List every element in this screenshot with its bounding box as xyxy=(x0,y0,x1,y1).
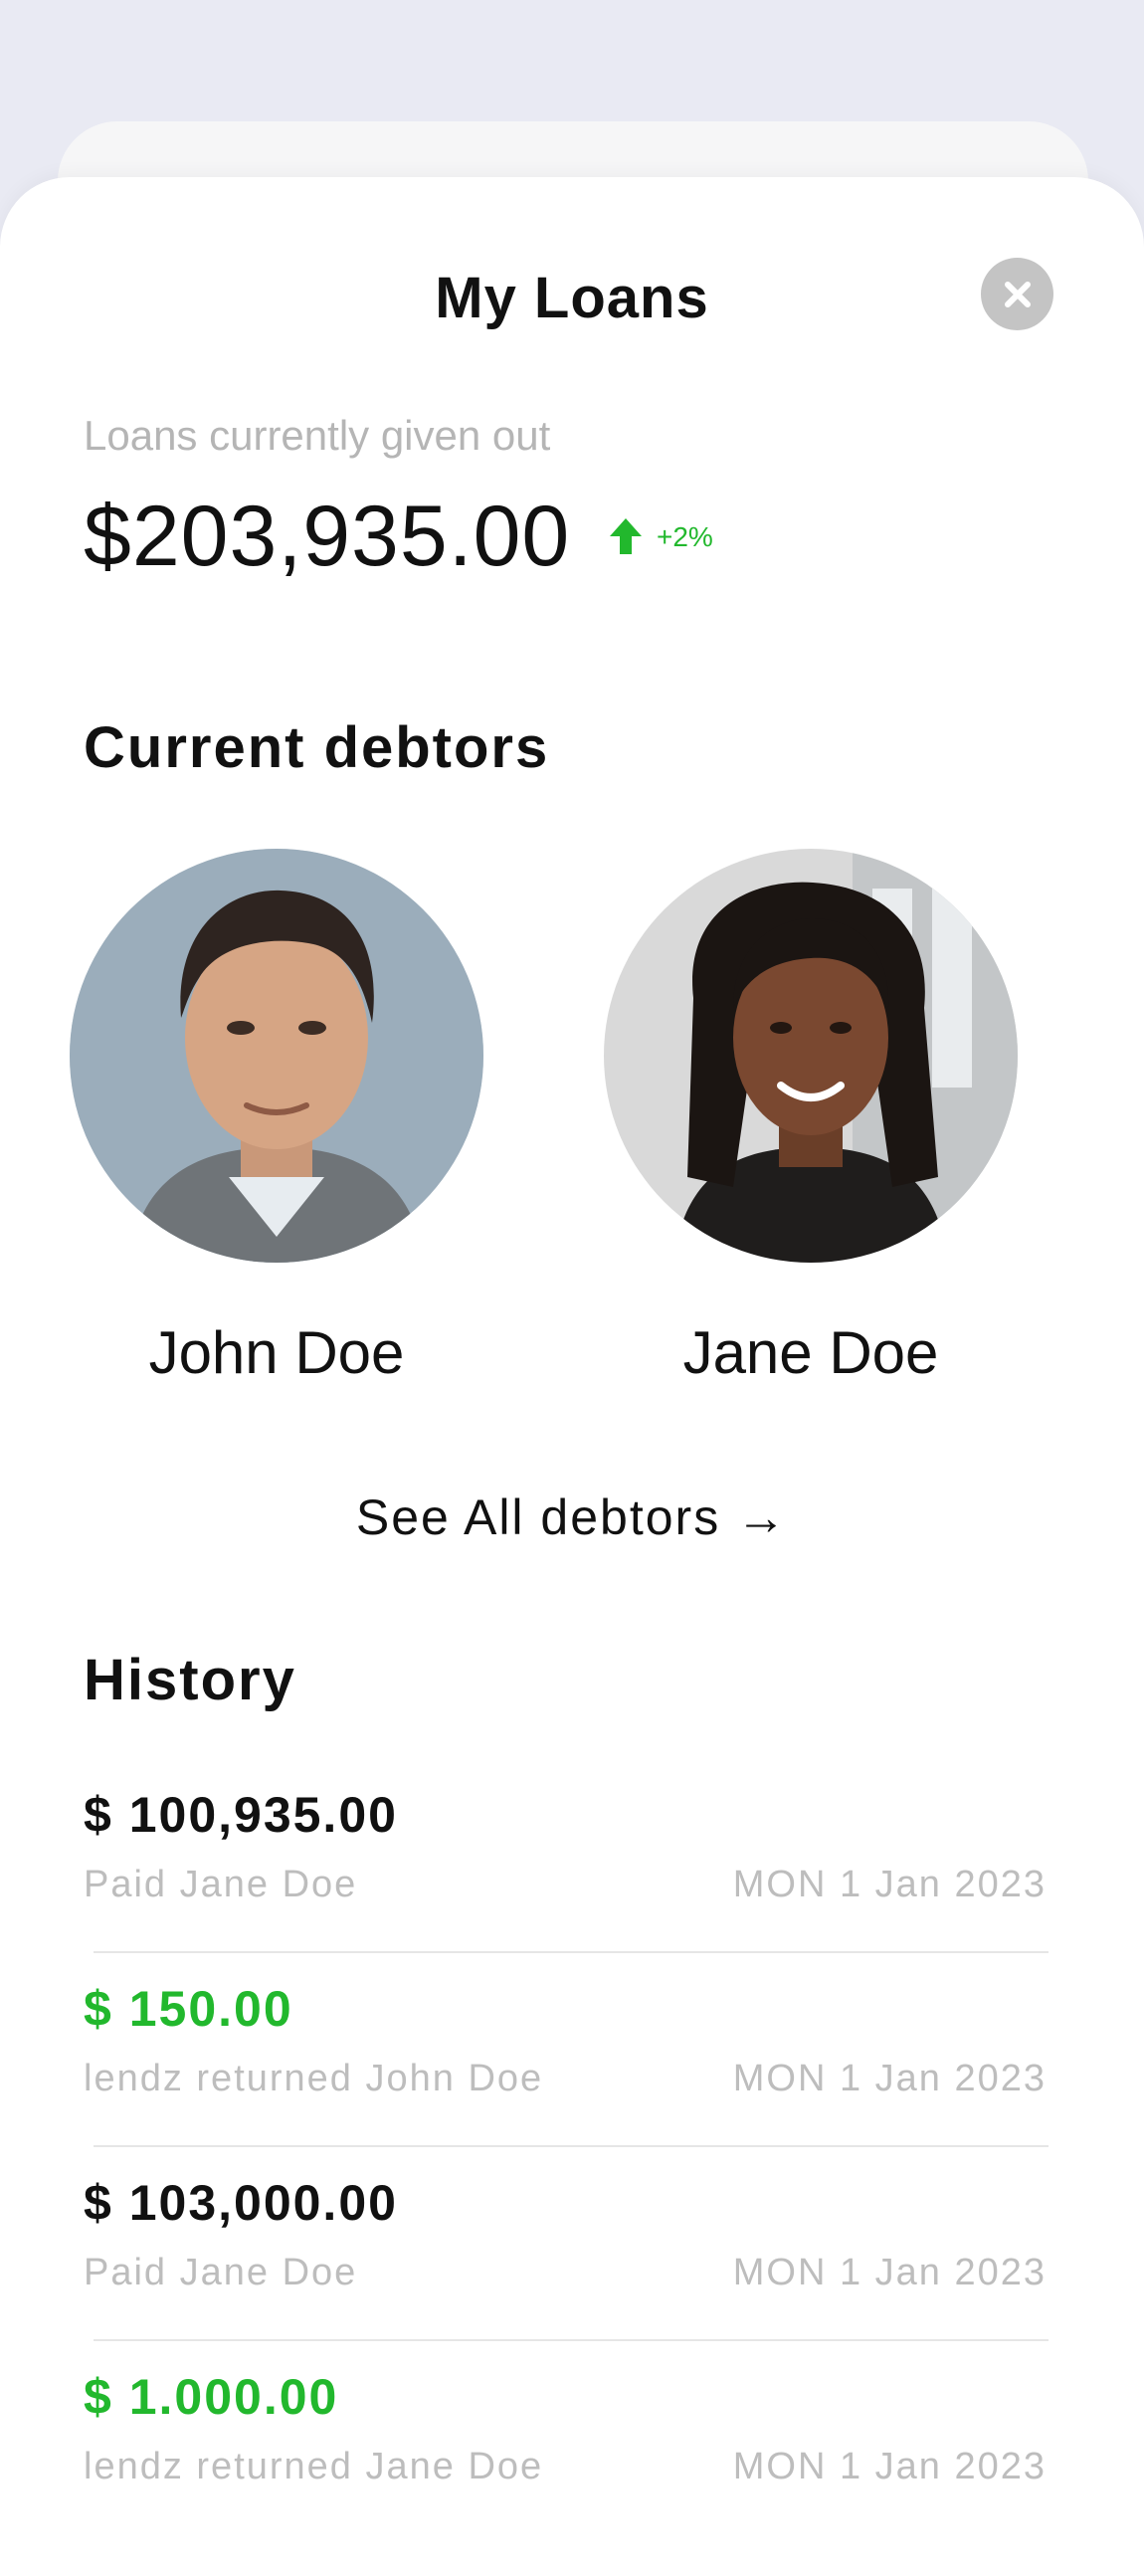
debtor-name: John Doe xyxy=(148,1319,405,1386)
history-row[interactable]: $ 103,000.00 Paid Jane Doe MON 1 Jan 202… xyxy=(84,2174,1062,2368)
debtors-section-title: Current debtors xyxy=(84,715,550,780)
history-amount: $ 103,000.00 xyxy=(84,2175,398,2231)
history-date: MON 1 Jan 2023 xyxy=(732,2252,1047,2293)
history-date: MON 1 Jan 2023 xyxy=(732,2446,1047,2487)
history-description: lendz returned John Doe xyxy=(84,2058,544,2099)
history-description: Paid Jane Doe xyxy=(84,2252,358,2293)
history-row[interactable]: $ 150.00 lendz returned John Doe MON 1 J… xyxy=(84,1980,1062,2174)
arrow-up-icon xyxy=(610,518,642,554)
history-row[interactable]: $ 1.000.00 lendz returned Jane Doe MON 1… xyxy=(84,2368,1062,2562)
trend-percentage: +2% xyxy=(657,521,713,552)
debtor-card-jane-doe[interactable]: Jane Doe xyxy=(602,849,1020,1387)
history-row[interactable]: $ 100,935.00 Paid Jane Doe MON 1 Jan 202… xyxy=(84,1786,1062,1980)
history-date: MON 1 Jan 2023 xyxy=(732,1864,1047,1905)
loans-label: Loans currently given out xyxy=(84,412,551,459)
debtor-card-john-doe[interactable]: John Doe xyxy=(68,849,485,1387)
avatar-jane-doe[interactable] xyxy=(604,849,1018,1263)
loans-total-amount: $203,935.00 xyxy=(84,489,571,584)
see-all-debtors-link[interactable]: See All debtors → xyxy=(0,1488,1144,1546)
history-amount: $ 100,935.00 xyxy=(84,1787,398,1843)
close-icon xyxy=(1004,281,1031,307)
divider xyxy=(94,2145,1049,2147)
history-date: MON 1 Jan 2023 xyxy=(732,2058,1047,2099)
divider xyxy=(94,1951,1049,1953)
history-amount: $ 1.000.00 xyxy=(84,2369,339,2425)
divider xyxy=(94,2339,1049,2341)
history-section-title: History xyxy=(84,1648,296,1712)
page-title: My Loans xyxy=(435,266,709,330)
history-amount: $ 150.00 xyxy=(84,1981,293,2037)
avatar-john-doe[interactable] xyxy=(70,849,483,1263)
history-description: lendz returned Jane Doe xyxy=(84,2446,544,2487)
debtor-name: Jane Doe xyxy=(682,1319,939,1386)
history-description: Paid Jane Doe xyxy=(84,1864,358,1905)
close-button[interactable] xyxy=(981,258,1053,330)
